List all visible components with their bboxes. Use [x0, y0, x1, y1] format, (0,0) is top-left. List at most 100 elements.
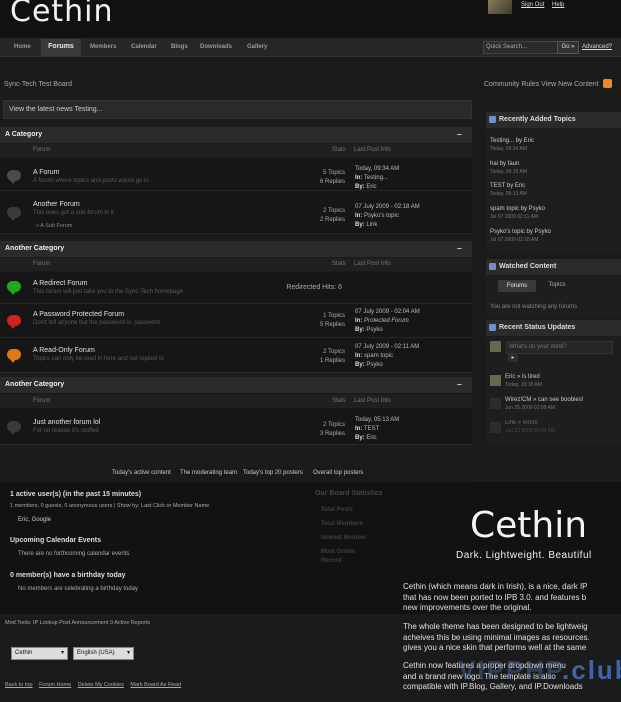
calendar-msg: There are no forthcoming calendar events	[18, 551, 130, 557]
user-avatar[interactable]	[488, 0, 512, 14]
advanced-search-link[interactable]: Advanced?	[582, 44, 612, 50]
tab-moderating-team[interactable]: The moderating team	[180, 470, 237, 476]
topics-icon	[489, 116, 496, 123]
forum-status-icon	[7, 207, 21, 221]
recent-topic[interactable]: Psyko's topic by Psyko Jul 07 2009 02:18 …	[490, 228, 551, 244]
status-updates-body: What's on your mind? ▸ Eric » is tired To…	[486, 337, 621, 443]
forum-name[interactable]: A Read-Only Forum	[33, 347, 95, 354]
subforum-link[interactable]: » A Sub Forum	[36, 223, 72, 229]
news-bar[interactable]: View the latest news Testing...	[3, 100, 472, 119]
recent-topic[interactable]: TEST by Eric Today, 05:13 AM	[490, 182, 527, 198]
board-stat-label: Total Members	[321, 521, 363, 527]
tab-active-content[interactable]: Today's active content	[112, 470, 171, 476]
last-post-info[interactable]: 07 July 2009 - 02:11 AM In: spam topic By:…	[355, 343, 419, 370]
recent-topics-list: Testing... by Eric Today, 09:34 AM hai by…	[486, 129, 621, 251]
forum-status-icon	[7, 281, 21, 295]
category-header[interactable]: Another Category –	[0, 377, 472, 393]
tab-overall-top-posters[interactable]: Overall top posters	[313, 470, 363, 476]
forum-desc: This forum will just take you to the Syn…	[33, 289, 184, 295]
collapse-icon[interactable]: –	[457, 379, 462, 389]
collapse-icon[interactable]: –	[457, 129, 462, 139]
recent-topics-header: Recently Added Topics	[486, 112, 621, 128]
forum-row[interactable]: Just another forum lol For no reason it'…	[0, 409, 472, 445]
board-stat-label: Newest Member	[321, 535, 367, 541]
watched-icon	[489, 263, 496, 270]
tab-gallery[interactable]: Gallery	[247, 44, 267, 50]
forum-stats: 2 Topics 2 Replies	[319, 208, 345, 223]
tab-watched-topics[interactable]: Topics	[538, 279, 576, 291]
category-header[interactable]: Another Category –	[0, 241, 472, 257]
collapse-icon[interactable]: –	[457, 243, 462, 253]
tab-forums[interactable]: Forums	[41, 39, 81, 56]
status-item[interactable]: Wirez!CM » can see boobies! Jun 25 2009 0…	[505, 396, 583, 412]
forum-row[interactable]: A Redirect Forum This forum will just ta…	[0, 272, 472, 304]
help-link[interactable]: Help	[552, 2, 564, 8]
delete-cookies-link[interactable]: Delete My Cookies	[78, 682, 124, 688]
site-logo[interactable]: Cethin	[10, 0, 114, 29]
search-go-button[interactable]: Go »	[557, 41, 579, 54]
status-item[interactable]: Eric » is tired Today, 10:18 AM	[505, 373, 542, 389]
recent-topic[interactable]: hai by faun Today, 09:15 AM	[490, 160, 527, 176]
forum-stats: 1 Topics 5 Replies	[319, 313, 345, 328]
category-header[interactable]: A Category –	[0, 127, 472, 143]
last-post-info[interactable]: 07 July 2009 - 02:04 AM In: Protected For…	[355, 308, 420, 335]
forum-stats: 5 Topics 6 Replies	[319, 170, 345, 185]
mark-read-link[interactable]: Mark Board As Read	[130, 682, 181, 688]
status-input[interactable]: What's on your mind?	[506, 341, 613, 354]
board-stat-label: Total Posts	[321, 507, 353, 513]
avatar	[490, 422, 501, 433]
watched-content-body: Forums Topics You are not watching any f…	[486, 276, 621, 316]
forum-desc: A forum where topics and posts would go …	[33, 178, 151, 184]
forum-stats: 2 Topics 3 Replies	[319, 422, 345, 437]
stats-tabs: Today's active content The moderating te…	[0, 467, 470, 481]
tab-watched-forums[interactable]: Forums	[498, 280, 536, 292]
community-links[interactable]: Community Rules View New Content	[484, 81, 599, 88]
search-input[interactable]: Quick Search...	[483, 41, 559, 54]
category-title: A Category	[5, 131, 43, 138]
tab-downloads[interactable]: Downloads	[200, 44, 232, 50]
forum-name[interactable]: A Password Protected Forum	[33, 311, 124, 318]
forum-status-icon	[7, 421, 21, 435]
forum-row[interactable]: A Forum A forum where topics and posts w…	[0, 158, 472, 191]
tab-blogs[interactable]: Blogs	[171, 44, 188, 50]
rss-icon[interactable]	[603, 79, 612, 88]
status-submit-button[interactable]: ▸	[508, 354, 518, 362]
active-users-list[interactable]: Eric, Google	[18, 517, 51, 523]
forum-row[interactable]: A Password Protected Forum Don't tell an…	[0, 304, 472, 338]
active-users-detail: 1 members, 0 guests, 0 anonymous users |…	[10, 503, 210, 509]
tab-home[interactable]: Home	[14, 44, 31, 50]
recent-topic[interactable]: spam topic by Psyko Jul 07 2009 02:11 AM	[490, 205, 545, 221]
forum-name[interactable]: Just another forum lol	[33, 419, 100, 426]
tab-top20-posters[interactable]: Today's top 20 posters	[243, 470, 303, 476]
sign-out-link[interactable]: Sign Out	[521, 2, 544, 8]
calendar-title: Upcoming Calendar Events	[10, 537, 102, 544]
forum-desc: Don't tell anyone but the password is: p…	[33, 320, 160, 326]
back-to-top-link[interactable]: Back to top	[5, 682, 33, 688]
birthday-msg: No members are celebrating a birthday to…	[18, 586, 139, 592]
birthday-title: 0 member(s) have a birthday today	[10, 572, 126, 579]
forum-row[interactable]: Another Forum This ones got a sub-forum …	[0, 191, 472, 234]
forum-name[interactable]: Another Forum	[33, 201, 80, 208]
promo-tagline: Dark. Lightweight. Beautiful	[456, 550, 592, 561]
forum-row[interactable]: A Read-Only Forum Topics can only be rea…	[0, 338, 472, 373]
mod-tools-bar[interactable]: Mod Tools: IP Lookup Post Announcement 0…	[5, 620, 405, 632]
tab-calendar[interactable]: Calendar	[131, 44, 157, 50]
col-last-post: Last Post Info	[354, 147, 391, 153]
last-post-info[interactable]: Today, 09:34 AM In: Testing... By: Eric	[355, 165, 399, 192]
tab-members[interactable]: Members	[90, 44, 116, 50]
forum-home-link[interactable]: Forum Home	[39, 682, 71, 688]
forum-name[interactable]: A Redirect Forum	[33, 280, 87, 287]
recent-topic[interactable]: Testing... by Eric Today, 09:34 AM	[490, 137, 534, 153]
last-post-info[interactable]: 07 July 2009 - 02:18 AM In: Psyko's topic…	[355, 203, 420, 230]
forum-name[interactable]: A Forum	[33, 169, 59, 176]
language-select[interactable]: English (USA)	[73, 647, 134, 660]
breadcrumb[interactable]: Sync-Tech Test Board	[4, 81, 72, 88]
skin-select[interactable]: Cethin	[11, 647, 68, 660]
avatar	[490, 398, 501, 409]
column-header: Forum Stats Last Post Info	[0, 144, 472, 157]
last-post-info[interactable]: Today, 05:13 AM In: TEST By: Eric	[355, 416, 399, 443]
avatar	[490, 341, 501, 352]
watched-content-header: Watched Content	[486, 259, 621, 275]
status-item[interactable]: Link » mmm Jun 22 2009 02:04 AM	[505, 419, 555, 435]
column-header: Forum Stats Last Post Info	[0, 258, 472, 271]
